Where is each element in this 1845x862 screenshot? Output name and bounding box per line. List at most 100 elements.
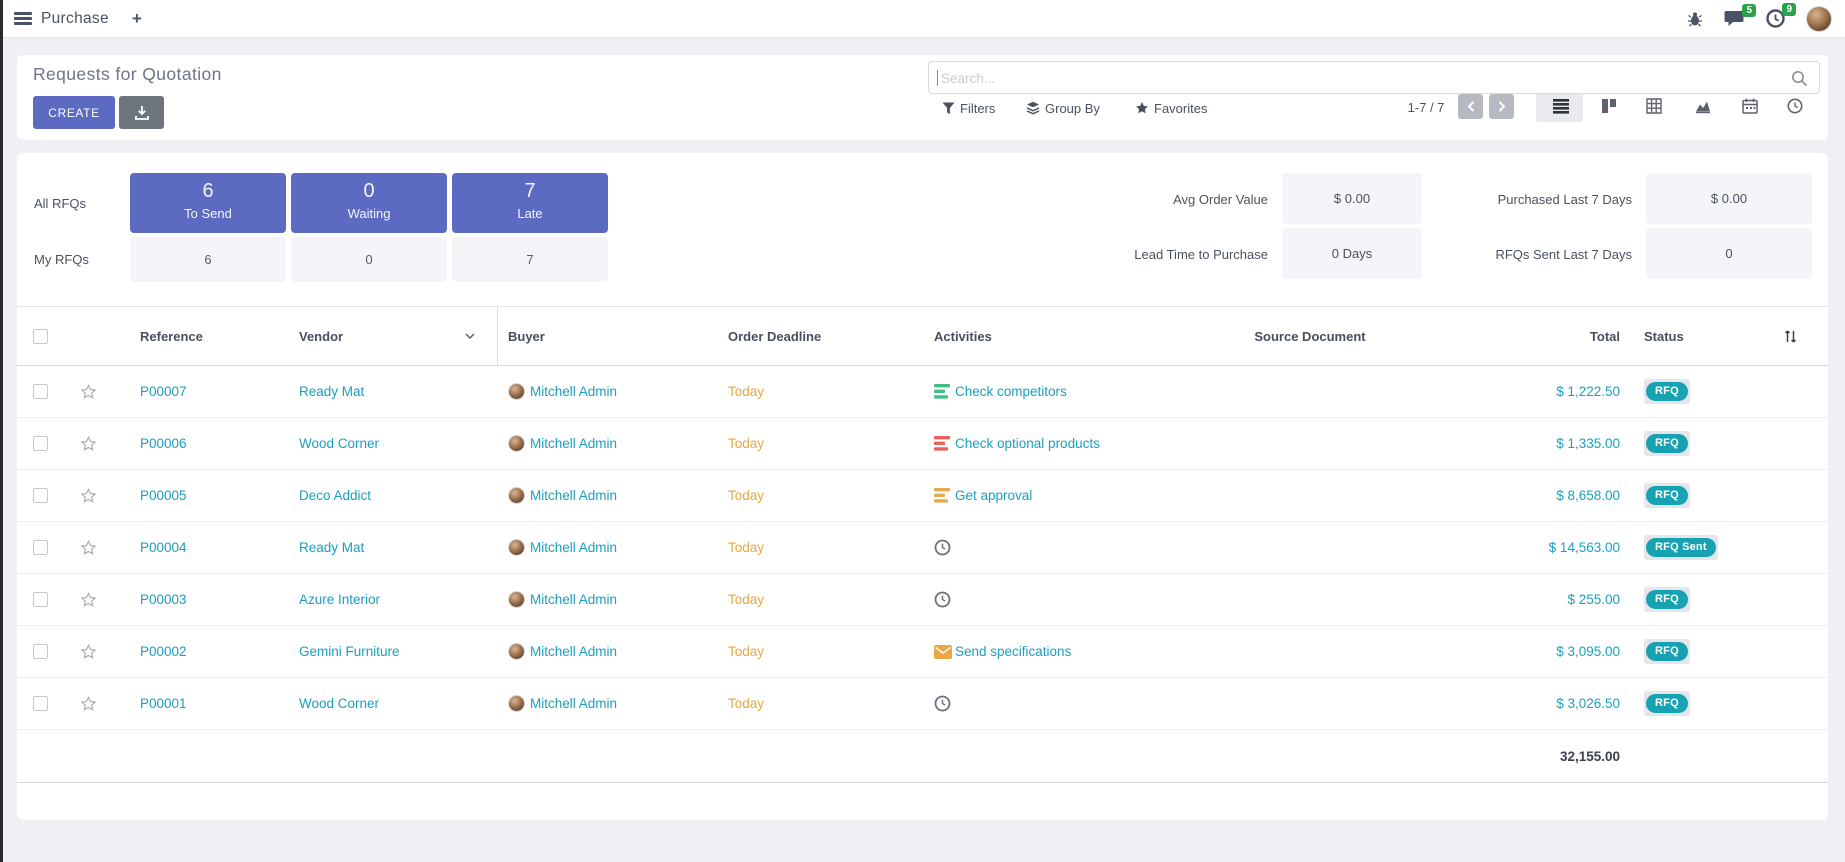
header-total[interactable]: Total [1440,329,1630,344]
tile-to-send[interactable]: 6 To Send [130,173,286,233]
vendor-link[interactable]: Gemini Furniture [299,644,400,659]
row-checkbox[interactable] [33,540,48,555]
table-row[interactable]: P00007 Ready Mat Mitchell Admin Today Ch… [17,366,1828,418]
buyer-link[interactable]: Mitchell Admin [530,436,617,451]
chevron-right-icon [1498,101,1506,112]
table-row[interactable]: P00005 Deco Addict Mitchell Admin Today … [17,470,1828,522]
table-row[interactable]: P00002 Gemini Furniture Mitchell Admin T… [17,626,1828,678]
buyer-link[interactable]: Mitchell Admin [530,592,617,607]
status-badge: RFQ [1644,431,1690,456]
vendor-link[interactable]: Wood Corner [299,436,379,451]
order-deadline: Today [728,436,764,451]
header-reference[interactable]: Reference [110,329,290,344]
activity-label[interactable]: Check optional products [955,436,1100,451]
calendar-view-button[interactable] [1742,98,1758,114]
row-checkbox[interactable] [33,436,48,451]
search-icon[interactable] [1791,70,1808,87]
star-icon[interactable] [79,383,98,401]
reference-link[interactable]: P00001 [140,696,187,711]
reference-link[interactable]: P00003 [140,592,187,607]
kpi-purchased-7d: $ 0.00 [1646,173,1812,224]
star-icon[interactable] [79,695,98,713]
star-icon[interactable] [79,643,98,661]
row-checkbox[interactable] [33,488,48,503]
export-download-button[interactable] [119,96,164,129]
tile-late[interactable]: 7 Late [452,173,608,233]
header-buyer[interactable]: Buyer [498,329,720,344]
row-checkbox[interactable] [33,592,48,607]
header-order-deadline[interactable]: Order Deadline [720,329,930,344]
star-icon[interactable] [79,539,98,557]
filters-button[interactable]: Filters [942,98,995,118]
activity-label[interactable]: Check competitors [955,384,1067,399]
debug-bug-icon[interactable] [1687,11,1703,27]
table-row[interactable]: P00003 Azure Interior Mitchell Admin Tod… [17,574,1828,626]
vendor-link[interactable]: Deco Addict [299,488,371,503]
user-avatar[interactable] [1806,6,1832,32]
reference-link[interactable]: P00006 [140,436,187,451]
reference-link[interactable]: P00002 [140,644,187,659]
table-row[interactable]: P00004 Ready Mat Mitchell Admin Today $ … [17,522,1828,574]
activity-tasks-icon[interactable] [934,384,952,400]
star-icon[interactable] [79,435,98,453]
header-activities[interactable]: Activities [930,329,1180,344]
vendor-link[interactable]: Ready Mat [299,384,364,399]
new-tab-button[interactable]: + [132,9,142,29]
buyer-link[interactable]: Mitchell Admin [530,644,617,659]
buyer-link[interactable]: Mitchell Admin [530,540,617,555]
reference-link[interactable]: P00004 [140,540,187,555]
optional-columns-button[interactable] [1783,329,1828,344]
graph-view-button[interactable] [1695,98,1711,114]
buyer-link[interactable]: Mitchell Admin [530,384,617,399]
reference-link[interactable]: P00005 [140,488,187,503]
table-row[interactable]: P00001 Wood Corner Mitchell Admin Today … [17,678,1828,730]
tile-waiting[interactable]: 0 Waiting [291,173,447,233]
header-vendor[interactable]: Vendor [290,307,498,365]
pivot-view-button[interactable] [1646,98,1662,114]
buyer-link[interactable]: Mitchell Admin [530,488,617,503]
app-title[interactable]: Purchase [41,10,109,28]
pager-previous-button[interactable] [1458,94,1483,119]
activity-view-button[interactable] [1787,98,1803,114]
apps-menu-icon[interactable] [14,12,32,25]
vendor-link[interactable]: Wood Corner [299,696,379,711]
activity-label[interactable]: Get approval [955,488,1032,503]
activity-mail-icon[interactable] [934,644,952,660]
my-late-tile[interactable]: 7 [452,237,608,282]
create-button[interactable]: CREATE [33,96,115,129]
tile-waiting-value: 0 [291,180,447,203]
star-icon[interactable] [79,591,98,609]
buyer-link[interactable]: Mitchell Admin [530,696,617,711]
activity-clock-icon[interactable] [934,592,952,608]
search-input[interactable] [939,62,1773,95]
row-checkbox[interactable] [33,384,48,399]
kpi-lead-time: 0 Days [1282,228,1422,279]
activities-count-badge: 9 [1782,3,1796,16]
activity-tasks-icon[interactable] [934,436,952,452]
activity-clock-icon[interactable] [934,696,952,712]
row-checkbox[interactable] [33,696,48,711]
search-bar[interactable] [928,61,1820,94]
reference-link[interactable]: P00007 [140,384,187,399]
activities-clock-icon[interactable]: 9 [1766,9,1785,28]
kpi-lead-time-label: Lead Time to Purchase [1080,247,1268,262]
table-row[interactable]: P00006 Wood Corner Mitchell Admin Today … [17,418,1828,470]
pager-next-button[interactable] [1489,94,1514,119]
header-status[interactable]: Status [1630,329,1783,344]
select-all-checkbox[interactable] [33,329,48,344]
my-to-send-tile[interactable]: 6 [130,237,286,282]
kanban-view-button[interactable] [1601,98,1617,114]
activity-tasks-icon[interactable] [934,488,952,504]
list-view-button[interactable] [1553,98,1569,114]
row-checkbox[interactable] [33,644,48,659]
header-source-document[interactable]: Source Document [1180,329,1440,344]
star-icon[interactable] [79,487,98,505]
messages-icon[interactable]: 5 [1724,10,1745,28]
vendor-link[interactable]: Azure Interior [299,592,380,607]
my-waiting-tile[interactable]: 0 [291,237,447,282]
group-by-button[interactable]: Group By [1026,98,1100,118]
activity-clock-icon[interactable] [934,540,952,556]
favorites-button[interactable]: Favorites [1135,98,1207,118]
vendor-link[interactable]: Ready Mat [299,540,364,555]
activity-label[interactable]: Send specifications [955,644,1071,659]
